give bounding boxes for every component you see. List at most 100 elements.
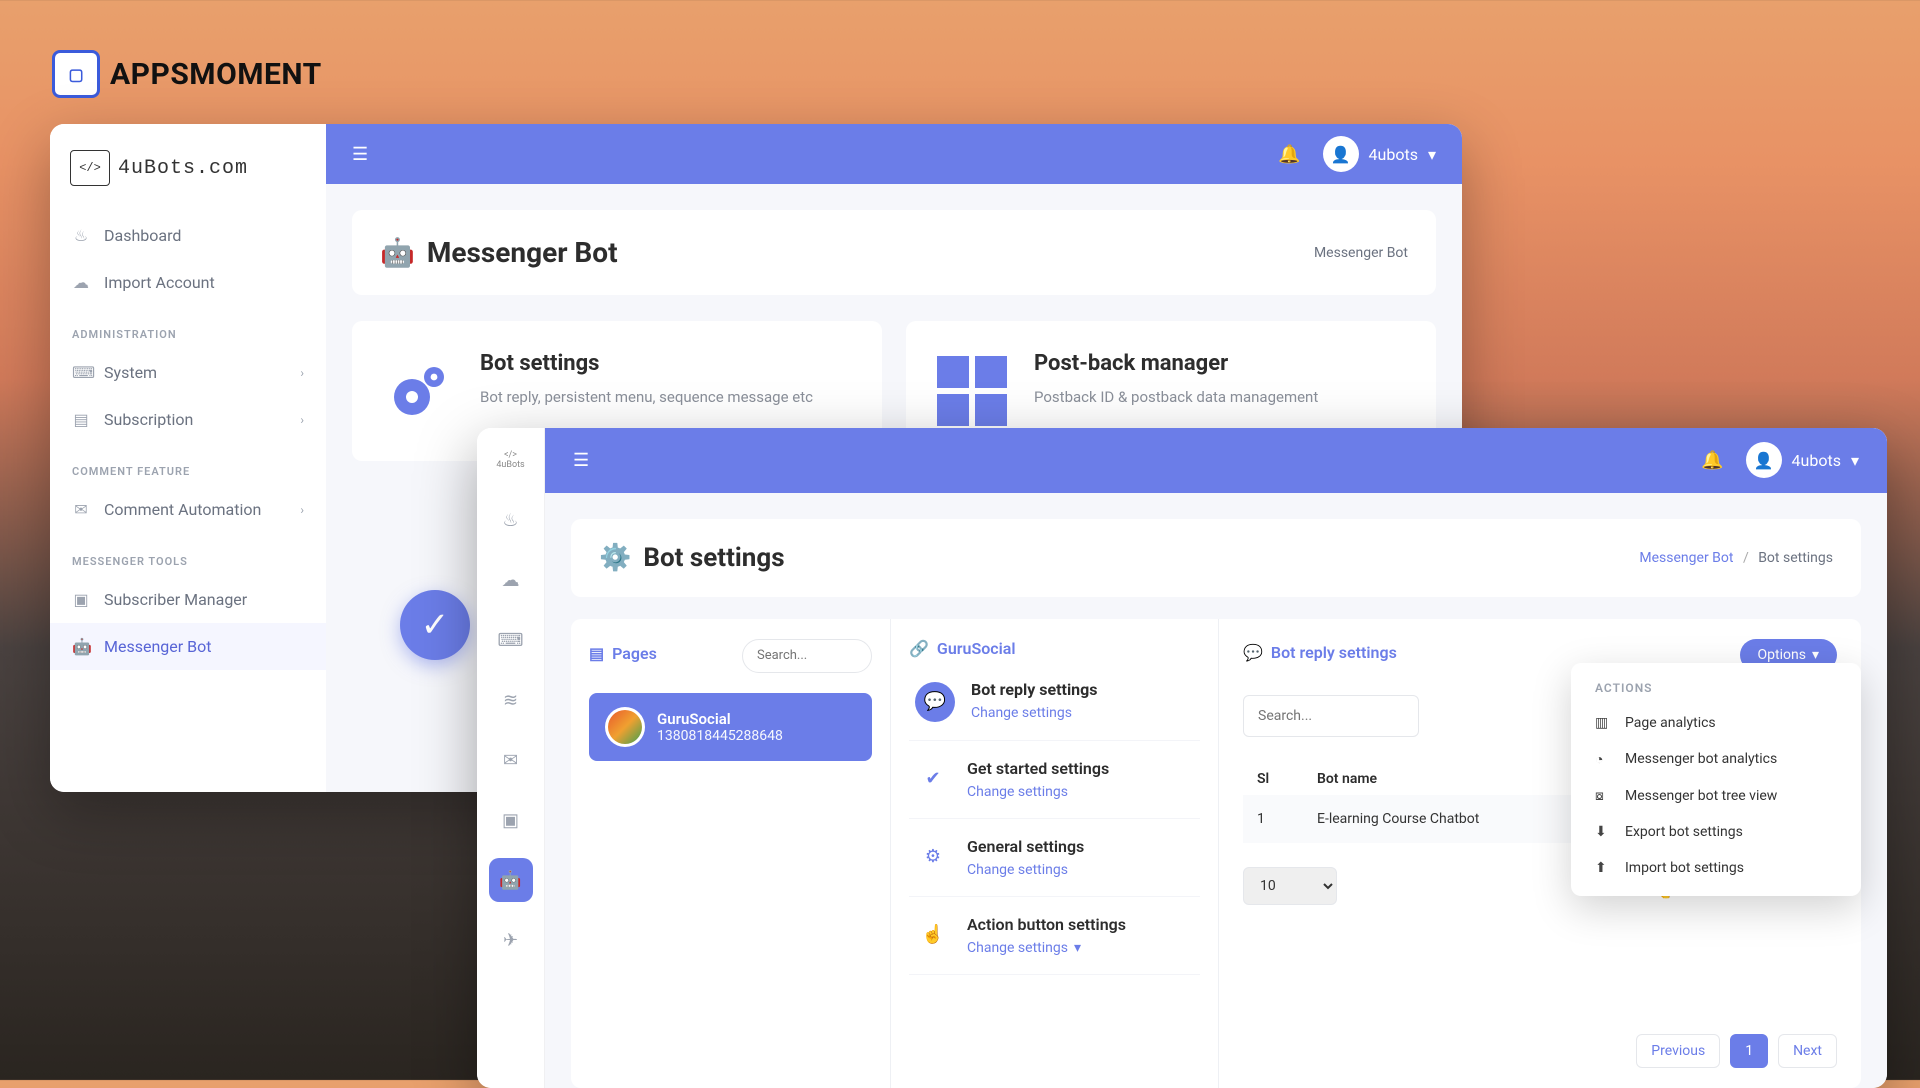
column-bot-reply: 💬 Bot reply settings Options ▾ ACTIONS ▥… [1219, 619, 1861, 1088]
pagesize-select[interactable]: 10 [1243, 867, 1337, 905]
card-subtitle: Bot reply, persistent menu, sequence mes… [480, 386, 813, 409]
iconbar-messenger-bot[interactable]: 🤖 [489, 858, 533, 902]
card-title: Post-back manager [1034, 351, 1318, 376]
page-avatar [605, 707, 645, 747]
topbar: ☰ 🔔 👤 4ubots ▾ [326, 124, 1462, 184]
iconbar-comment[interactable]: ✉ [489, 738, 533, 782]
sidebar-item-label: Dashboard [104, 226, 181, 245]
user-label: 4ubots [1792, 451, 1841, 470]
iconbar-import[interactable]: ☁ [489, 558, 533, 602]
action-import-bot-settings[interactable]: ⬆Import bot settings [1571, 850, 1861, 886]
sidebar-item-messenger-bot[interactable]: 🤖 Messenger Bot [50, 623, 326, 670]
chevron-right-icon: › [300, 366, 304, 380]
action-page-analytics[interactable]: ▥Page analytics [1571, 705, 1861, 741]
dropdown-heading: ACTIONS [1571, 681, 1861, 705]
action-export-bot-settings[interactable]: ⬇Export bot settings [1571, 814, 1861, 850]
sidebar-item-subscriber-manager[interactable]: ▣ Subscriber Manager [50, 576, 326, 623]
column-head-bot-reply: 💬 Bot reply settings [1243, 643, 1397, 662]
iconbar-send[interactable]: ✈ [489, 918, 533, 962]
user-label: 4ubots [1369, 145, 1418, 164]
pager-page-1[interactable]: 1 [1730, 1034, 1768, 1068]
sidebar: </> 4uBots.com ♨ Dashboard ☁ Import Acco… [50, 124, 326, 792]
settings-row-sub: Change settings [971, 705, 1098, 721]
comments-icon: ✉ [72, 500, 90, 519]
table-row[interactable]: 1 E-learning Course Chatbot [1243, 795, 1623, 843]
sidebar-item-label: Comment Automation [104, 500, 261, 519]
chat-icon: 💬 [1243, 643, 1263, 662]
gear-icon: ⚙ [915, 839, 951, 875]
workarea: ▤ Pages GuruSocial 1380818445288648 🔗 [571, 619, 1861, 1088]
column-pages: ▤ Pages GuruSocial 1380818445288648 [571, 619, 891, 1088]
pagination: Previous 1 Next [1636, 1034, 1837, 1068]
brand-bar: ▢ APPSMOMENT [52, 50, 322, 98]
breadcrumb-root[interactable]: Messenger Bot [1639, 550, 1733, 566]
sidebar-item-import-account[interactable]: ☁ Import Account [50, 259, 326, 306]
iconbar-subscriber[interactable]: ▣ [489, 798, 533, 842]
address-card-icon: ▣ [72, 590, 90, 609]
sidebar-item-label: Import Account [104, 273, 215, 292]
settings-row-general[interactable]: ⚙ General settings Change settings [909, 819, 1200, 897]
menu-toggle-icon[interactable]: ☰ [573, 450, 589, 471]
chevron-down-icon: ▾ [1428, 145, 1436, 164]
file-import-icon: ⬆ [1595, 860, 1611, 876]
pie-chart-icon: ◔ [1595, 751, 1611, 768]
notifications-icon[interactable]: 🔔 [1278, 144, 1300, 165]
card-title: Bot settings [480, 351, 813, 376]
card-subtitle: Postback ID & postback data management [1034, 386, 1318, 409]
options-dropdown: ACTIONS ▥Page analytics ◔Messenger bot a… [1571, 663, 1861, 896]
notifications-icon[interactable]: 🔔 [1701, 450, 1723, 471]
robot-icon: 🤖 [72, 637, 90, 656]
user-menu[interactable]: 👤 4ubots ▾ [1746, 442, 1859, 478]
sidebar-item-system[interactable]: ⌨ System › [50, 349, 326, 396]
chevron-down-icon: ▾ [1812, 647, 1819, 663]
menu-toggle-icon[interactable]: ☰ [352, 144, 368, 165]
sidebar-heading-comment-feature: COMMENT FEATURE [50, 443, 326, 486]
chat-icon: 💬 [915, 682, 955, 722]
comments-icon: ✉ [503, 750, 518, 771]
breadcrumb: Messenger Bot [1314, 245, 1408, 261]
file-export-icon: ⬇ [1595, 824, 1611, 840]
table-header: Sl Bot name [1243, 763, 1623, 795]
topbar: ☰ 🔔 👤 4ubots ▾ [545, 428, 1887, 493]
laptop-icon: ⌨ [72, 363, 90, 382]
chevron-right-icon: › [300, 413, 304, 427]
cloud-upload-icon: ☁ [72, 273, 90, 292]
pager-next-button[interactable]: Next [1778, 1034, 1837, 1068]
settings-row-title: General settings [967, 837, 1084, 856]
reply-search-input[interactable] [1243, 695, 1419, 737]
link-icon: 🔗 [909, 639, 929, 658]
settings-row-action-button[interactable]: ☝ Action button settings Change settings… [909, 897, 1200, 975]
page-name: GuruSocial [657, 710, 783, 728]
page-item-gurusocial[interactable]: GuruSocial 1380818445288648 [589, 693, 872, 761]
grid-icon [932, 351, 1012, 431]
col-bot-name: Bot name [1317, 771, 1377, 787]
page-id: 1380818445288648 [657, 728, 783, 744]
iconbar-system[interactable]: ⌨ [489, 618, 533, 662]
iconbar-subscription[interactable]: ≋ [489, 678, 533, 722]
sidebar-item-subscription[interactable]: ▤ Subscription › [50, 396, 326, 443]
user-menu[interactable]: 👤 4ubots ▾ [1323, 136, 1436, 172]
page-title: Messenger Bot [427, 236, 618, 269]
sidebar-item-comment-automation[interactable]: ✉ Comment Automation › [50, 486, 326, 533]
sidebar-item-dashboard[interactable]: ♨ Dashboard [50, 212, 326, 259]
pointer-icon: ☝ [915, 917, 951, 953]
page-header: ⚙️ Bot settings Messenger Bot / Bot sett… [571, 519, 1861, 597]
avatar-icon: 👤 [1746, 442, 1782, 478]
code-icon: </> [504, 450, 517, 460]
coins-icon: ≋ [503, 690, 518, 711]
iconbar-dashboard[interactable]: ♨ [489, 498, 533, 542]
action-messenger-bot-analytics[interactable]: ◔Messenger bot analytics [1571, 741, 1861, 778]
pages-search-input[interactable] [742, 639, 872, 673]
settings-row-get-started[interactable]: ✔ Get started settings Change settings [909, 741, 1200, 819]
check-circle-icon: ✔ [915, 761, 951, 797]
settings-row-bot-reply[interactable]: 💬 Bot reply settings Change settings [909, 662, 1200, 741]
main-panel: ☰ 🔔 👤 4ubots ▾ ⚙️ Bot settings Messenger… [545, 428, 1887, 1088]
pager-prev-button[interactable]: Previous [1636, 1034, 1720, 1068]
chevron-down-icon: ▾ [1851, 451, 1859, 470]
avatar-icon: 👤 [1323, 136, 1359, 172]
chevron-right-icon: › [300, 503, 304, 517]
action-messenger-bot-tree-view[interactable]: ⧇Messenger bot tree view [1571, 778, 1861, 814]
sidebar-item-label: Subscription [104, 410, 193, 429]
check-circle-badge: ✓ [400, 590, 470, 660]
gears-icon [378, 351, 458, 431]
